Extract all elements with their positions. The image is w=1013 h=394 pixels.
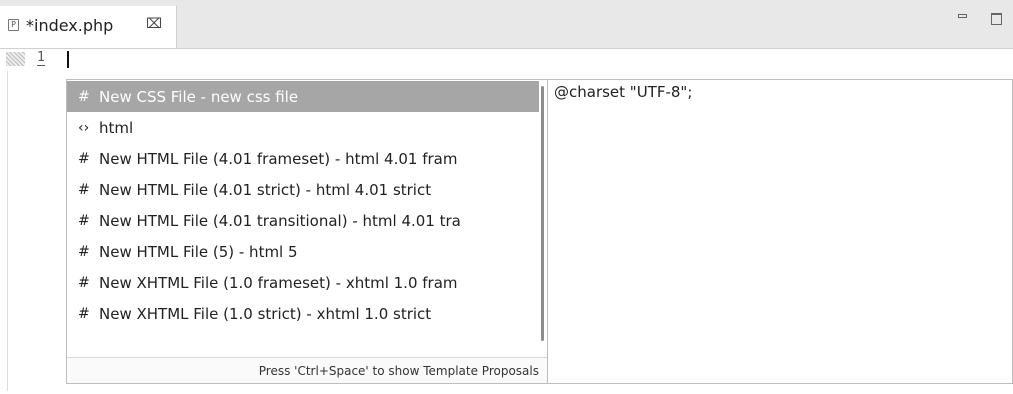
popup-footer: Press 'Ctrl+Space' to show Template Prop… <box>67 357 547 383</box>
tab-title: *index.php <box>26 16 114 35</box>
tag-icon: ‹› <box>78 119 90 136</box>
tab-index-php[interactable]: P *index.php ⌧ <box>0 6 177 48</box>
proposal-scrollbar[interactable] <box>539 80 547 356</box>
content-assist-popup: # New CSS File - new css file ‹› html # New H… <box>66 79 548 384</box>
maximize-icon[interactable] <box>991 13 1002 25</box>
minimize-icon[interactable] <box>958 14 967 18</box>
template-proposals-hint: Press 'Ctrl+Space' to show Template Prop… <box>258 364 539 378</box>
proposal-item[interactable]: # New XHTML File (1.0 strict) - xhtml 1.0… <box>67 298 539 329</box>
proposal-item[interactable]: # New HTML File (4.01 frameset) - html 4.… <box>67 143 539 174</box>
editor-tab-bar: P *index.php ⌧ <box>0 0 1013 49</box>
proposal-item[interactable]: # New HTML File (5) - html 5 <box>67 236 539 267</box>
proposal-item[interactable]: # New HTML File (4.01 transitional) - htm… <box>67 205 539 236</box>
proposal-item[interactable]: # New CSS File - new css file <box>67 81 539 112</box>
template-icon: # <box>78 274 90 291</box>
line-number: 1 <box>37 50 45 66</box>
proposal-label: New HTML File (4.01 transitional) - html… <box>99 211 461 230</box>
template-icon: # <box>78 243 90 260</box>
proposal-label: New HTML File (4.01 frameset) - html 4.0… <box>99 149 458 168</box>
template-icon: # <box>78 88 90 105</box>
template-icon: # <box>78 150 90 167</box>
proposal-label: New CSS File - new css file <box>99 87 299 106</box>
proposal-label: New XHTML File (1.0 frameset) - xhtml 1.… <box>99 273 458 292</box>
close-icon[interactable]: ⌧ <box>146 16 162 32</box>
scroll-thumb[interactable] <box>541 86 544 341</box>
php-file-icon: P <box>8 19 19 31</box>
ruler-marker <box>6 52 25 66</box>
template-icon: # <box>78 181 90 198</box>
text-caret <box>67 51 69 68</box>
proposal-item[interactable]: ‹› html <box>67 112 539 143</box>
proposal-item[interactable]: # New XHTML File (1.0 frameset) - xhtml 1… <box>67 267 539 298</box>
proposal-item[interactable]: # New HTML File (4.01 strict) - html 4.01… <box>67 174 539 205</box>
gutter-divider <box>7 71 8 391</box>
proposal-label: html <box>99 118 134 137</box>
proposal-label: New XHTML File (1.0 strict) - xhtml 1.0 … <box>99 304 432 323</box>
preview-text: @charset "UTF-8"; <box>554 83 693 101</box>
template-icon: # <box>78 212 90 229</box>
proposal-label: New HTML File (4.01 strict) - html 4.01 … <box>99 180 432 199</box>
template-icon: # <box>78 305 90 322</box>
proposal-preview-pane: @charset "UTF-8"; <box>548 79 1013 384</box>
proposal-label: New HTML File (5) - html 5 <box>99 242 298 261</box>
